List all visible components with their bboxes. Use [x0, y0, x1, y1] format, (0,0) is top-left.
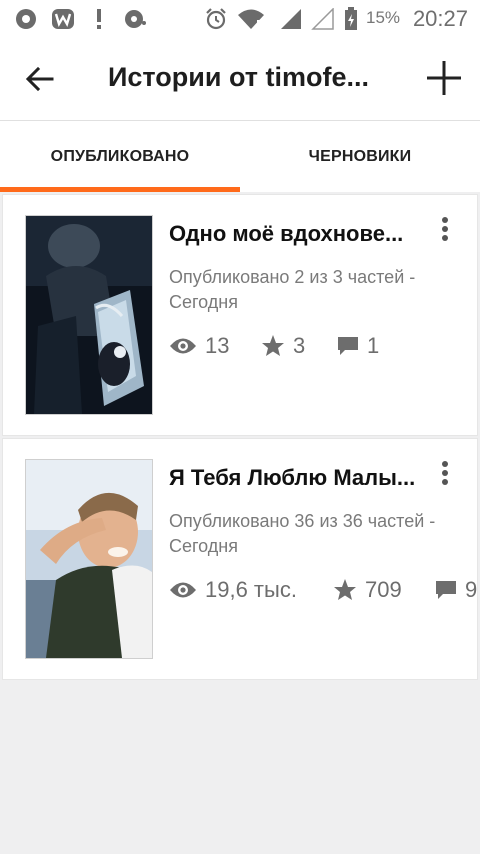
story-card[interactable]: Одно моё вдохнове... Опубликовано 2 из 3… — [2, 194, 478, 436]
back-button[interactable] — [22, 62, 62, 96]
tab-bar: ОПУБЛИКОВАНО ЧЕРНОВИКИ — [0, 120, 480, 192]
wattpad-notification-icon — [50, 6, 76, 32]
page-title: Истории от timofe... — [108, 62, 370, 92]
comment-icon — [338, 337, 358, 355]
app-bar: Истории от timofe... — [0, 38, 480, 120]
tab-published[interactable]: ОПУБЛИКОВАНО — [0, 121, 240, 192]
wifi-icon — [236, 6, 266, 32]
add-story-button[interactable] — [424, 58, 464, 98]
arrow-left-icon — [25, 66, 54, 92]
story-card[interactable]: Я Тебя Люблю Малы... Опубликовано 36 из … — [2, 438, 478, 680]
comments-count: 9 — [465, 577, 477, 602]
votes-stat: 3 — [261, 331, 305, 361]
star-icon — [262, 335, 284, 356]
story-title: Я Тебя Люблю Малы... — [169, 465, 416, 490]
story-cover-image — [25, 459, 153, 659]
clock-time: 20:27 — [412, 6, 468, 31]
views-stat: 19,6 тыс. — [169, 575, 297, 605]
comments-stat: 9 — [435, 575, 477, 605]
eye-icon — [170, 582, 196, 598]
views-count: 19,6 тыс. — [205, 577, 297, 602]
comments-stat: 1 — [337, 331, 379, 361]
story-publish-status: Опубликовано 36 из 36 частей - Сегодня — [169, 511, 436, 556]
battery-icon — [342, 6, 360, 32]
story-title: Одно моё вдохнове... — [169, 221, 404, 246]
status-bar: 15% 20:27 — [0, 0, 480, 38]
tab-drafts[interactable]: ЧЕРНОВИКИ — [240, 121, 480, 192]
comment-icon — [436, 581, 456, 599]
plus-icon — [427, 61, 461, 95]
signal-secondary-icon — [310, 6, 336, 32]
star-icon — [334, 579, 356, 600]
story-options-button[interactable] — [435, 459, 455, 489]
notification-app-icon — [14, 6, 38, 32]
story-cover-image — [25, 215, 153, 415]
alarm-icon — [204, 6, 228, 32]
votes-stat: 709 — [333, 575, 402, 605]
more-vertical-icon — [442, 217, 448, 241]
story-publish-status: Опубликовано 2 из 3 частей - Сегодня — [169, 267, 416, 312]
votes-count: 709 — [365, 577, 402, 602]
story-options-button[interactable] — [435, 215, 455, 245]
alert-icon — [92, 6, 106, 32]
story-stats: 19,6 тыс. 709 9 — [169, 575, 477, 605]
votes-count: 3 — [293, 333, 306, 358]
views-count: 13 — [205, 333, 230, 358]
comments-count: 1 — [367, 333, 380, 358]
battery-percent: 15% — [366, 8, 401, 27]
sync-icon — [122, 6, 148, 32]
more-vertical-icon — [442, 461, 448, 485]
eye-icon — [170, 338, 196, 354]
views-stat: 13 — [169, 331, 229, 361]
selected-tab-indicator — [0, 187, 240, 192]
story-stats: 13 3 1 — [169, 331, 477, 361]
signal-icon — [278, 6, 304, 32]
